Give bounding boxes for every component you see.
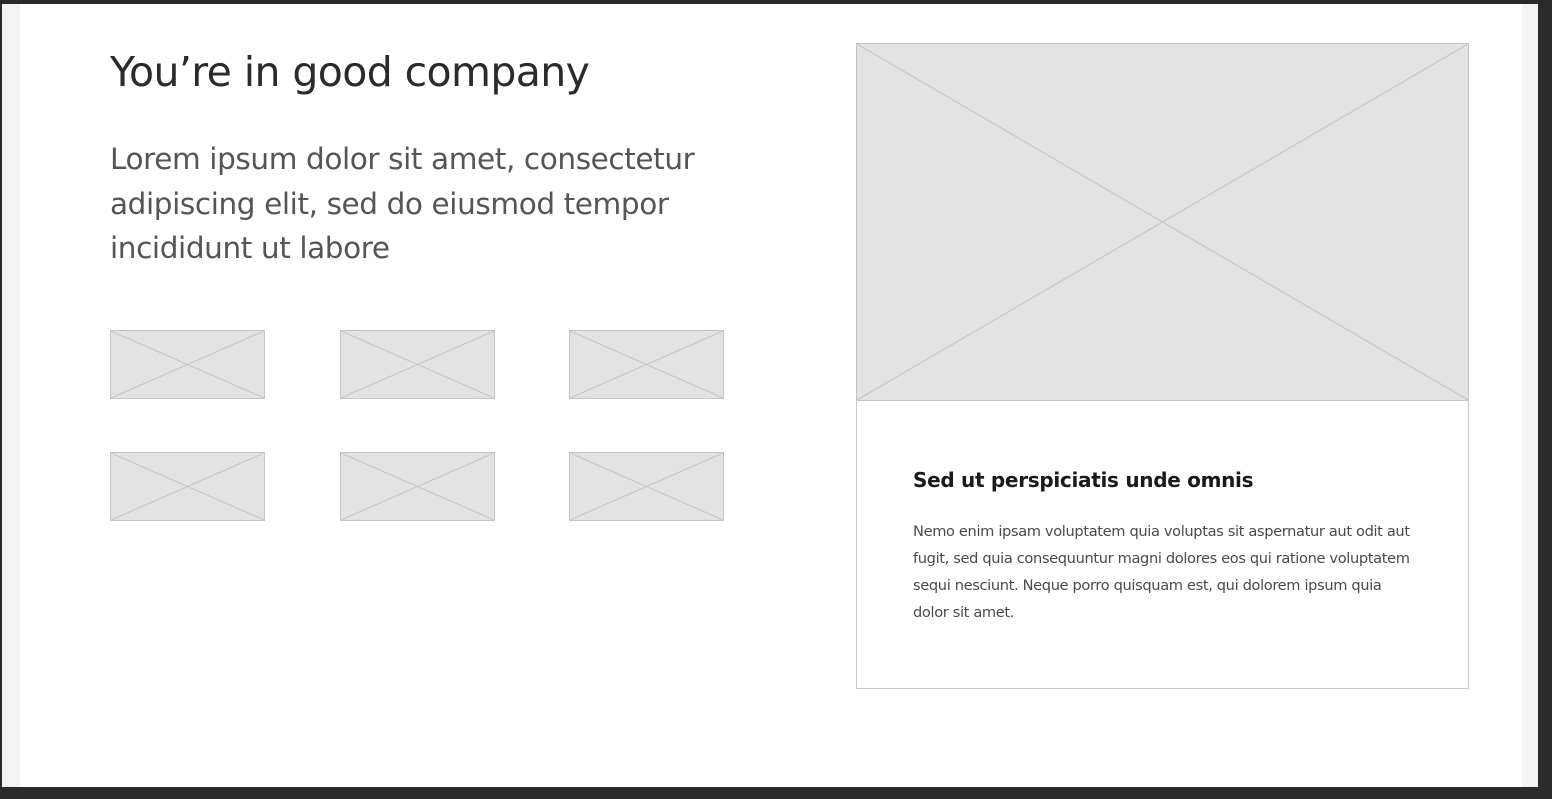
card-body-text: Nemo enim ipsam voluptatem quia voluptas… <box>913 523 1410 621</box>
image-placeholder-icon <box>111 331 264 398</box>
section-lead-text: Lorem ipsum dolor sit amet, consectetur … <box>110 142 695 265</box>
image-placeholder-icon <box>341 453 494 520</box>
image-placeholder-icon <box>857 44 1468 400</box>
image-placeholder-icon <box>341 331 494 398</box>
wireframe-canvas: You’re in good company Lorem ipsum dolor… <box>20 4 1522 787</box>
section-heading: You’re in good company <box>110 48 590 96</box>
logo-placeholder-4 <box>110 452 265 521</box>
feature-card: Sed ut perspiciatis unde omnis Nemo enim… <box>856 43 1469 689</box>
logo-placeholder-5 <box>340 452 495 521</box>
window-frame: You’re in good company Lorem ipsum dolor… <box>0 0 1552 799</box>
logo-placeholder-1 <box>110 330 265 399</box>
image-placeholder-icon <box>111 453 264 520</box>
image-placeholder-icon <box>570 331 723 398</box>
logo-placeholder-6 <box>569 452 724 521</box>
image-placeholder-icon <box>570 453 723 520</box>
card-image-placeholder <box>856 43 1469 401</box>
card-title: Sed ut perspiciatis unde omnis <box>913 468 1254 492</box>
logo-placeholder-2 <box>340 330 495 399</box>
logo-placeholder-3 <box>569 330 724 399</box>
page-background: You’re in good company Lorem ipsum dolor… <box>2 4 1538 787</box>
